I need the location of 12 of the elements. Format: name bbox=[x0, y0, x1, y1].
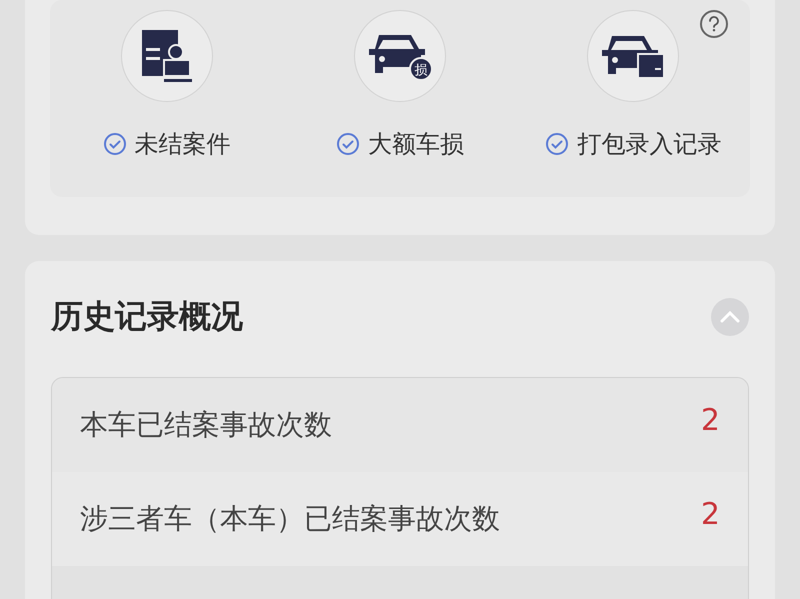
row-label: 本车已结案事故次数 bbox=[80, 407, 332, 443]
feature-icon-circle[interactable]: 损 bbox=[354, 10, 446, 102]
row-label: 涉三者车（本车）已结案事故次数 bbox=[80, 501, 500, 537]
row-count: 2 bbox=[700, 402, 720, 438]
feature-label: 大额车损 bbox=[368, 129, 464, 160]
feature-label: 打包录入记录 bbox=[577, 129, 722, 160]
document-stamp-icon bbox=[142, 30, 192, 82]
row-count: 2 bbox=[700, 496, 720, 532]
chevron-up-icon bbox=[720, 311, 740, 323]
section-title: 历史记录概况 bbox=[51, 296, 243, 337]
help-icon[interactable] bbox=[700, 10, 728, 38]
feature-label: 未结案件 bbox=[134, 129, 231, 160]
